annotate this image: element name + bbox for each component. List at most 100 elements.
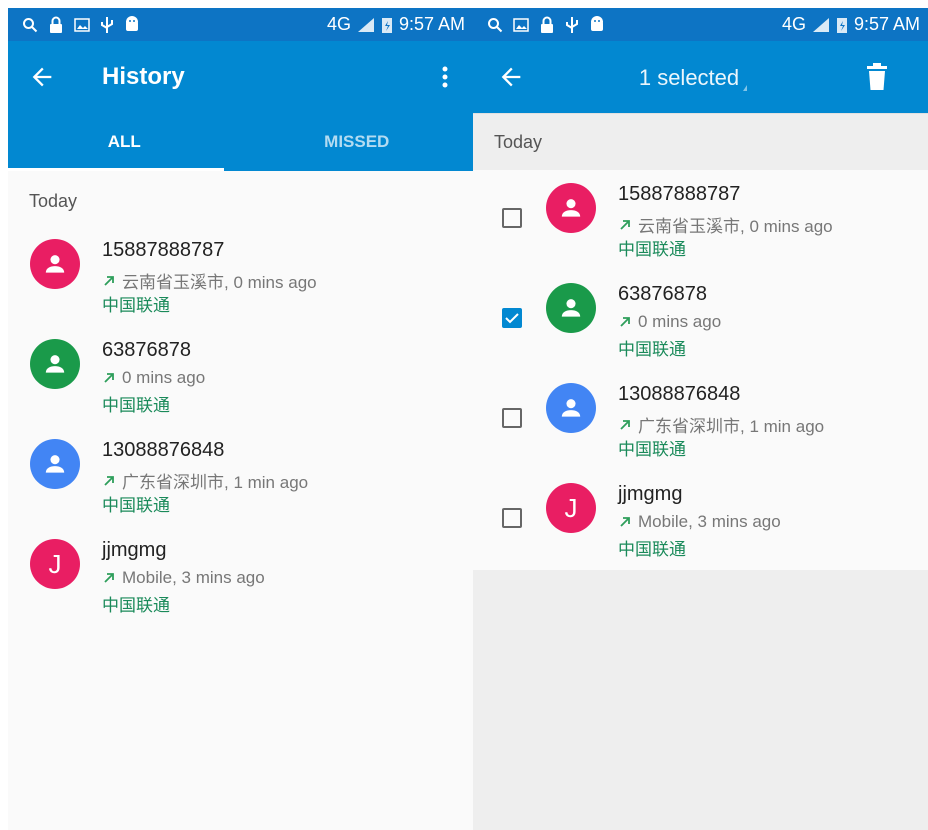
more-vert-icon[interactable]: [433, 63, 457, 91]
call-log-row[interactable]: 63876878 0 mins ago 中国联通: [473, 270, 928, 370]
app-bar: History: [8, 41, 473, 113]
call-detail-text: 云南省玉溪市, 0 mins ago: [638, 217, 833, 236]
outgoing-call-icon: [620, 219, 630, 230]
call-detail-text: Mobile, 3 mins ago: [122, 568, 265, 587]
row-checkbox[interactable]: [502, 408, 522, 428]
call-log-row[interactable]: Jjjmgmg Mobile, 3 mins ago 中国联通: [8, 531, 473, 631]
call-detail: 0 mins ago: [102, 368, 205, 388]
call-log-row[interactable]: 63876878 0 mins ago 中国联通: [8, 331, 473, 431]
avatar-letter: J: [564, 492, 578, 523]
outgoing-call-icon: [620, 517, 630, 527]
row-checkbox[interactable]: [502, 508, 522, 528]
selection-count-dropdown[interactable]: 1 selected: [473, 65, 913, 91]
outgoing-call-icon: [620, 419, 630, 430]
outgoing-call-icon: [620, 317, 630, 327]
image-icon: [513, 17, 529, 32]
call-detail: 0 mins ago: [618, 312, 721, 332]
avatar-letter: J: [48, 548, 62, 579]
section-header: Today: [473, 113, 928, 170]
carrier-label: 中国联通: [618, 540, 686, 559]
usb-icon: [566, 16, 578, 33]
lock-icon: [50, 16, 62, 33]
person-icon: [561, 299, 581, 317]
selection-count: 1 selected: [638, 65, 740, 90]
call-detail-text: Mobile, 3 mins ago: [638, 512, 781, 531]
page-title: History: [102, 63, 185, 90]
android-icon: [126, 15, 138, 31]
carrier-label: 中国联通: [102, 396, 170, 415]
call-detail: 云南省玉溪市, 0 mins ago: [618, 212, 833, 237]
avatar[interactable]: [546, 183, 596, 233]
caller-name: 63876878: [102, 339, 191, 361]
row-checkbox[interactable]: [502, 208, 522, 228]
tab-all[interactable]: ALL: [8, 113, 241, 171]
trash-icon[interactable]: [866, 63, 888, 91]
call-log-row[interactable]: 15887888787 云南省玉溪市, 0 mins ago 中国联通: [8, 231, 473, 331]
caller-name: jjmgmg: [102, 539, 167, 561]
call-log-row[interactable]: 13088876848 广东省深圳市, 1 min ago 中国联通: [8, 431, 473, 531]
call-log-row[interactable]: 13088876848 广东省深圳市, 1 min ago 中国联通: [473, 370, 928, 470]
check-icon: [505, 313, 519, 324]
search-icon: [23, 17, 38, 32]
call-detail: 云南省玉溪市, 0 mins ago: [102, 268, 317, 293]
call-log-row[interactable]: 15887888787 云南省玉溪市, 0 mins ago 中国联通: [473, 170, 928, 270]
network-type: 4G: [781, 14, 806, 34]
dropdown-caret-icon: [743, 85, 748, 91]
tab-indicator: [8, 168, 224, 171]
call-detail-text: 0 mins ago: [122, 368, 206, 387]
carrier-label: 中国联通: [618, 340, 686, 359]
outgoing-call-icon: [104, 475, 114, 486]
battery-icon: [836, 17, 847, 33]
android-icon: [591, 15, 603, 31]
caller-name: jjmgmg: [618, 483, 683, 505]
call-detail: 广东省深圳市, 1 min ago: [102, 468, 308, 493]
avatar[interactable]: J: [546, 483, 596, 533]
usb-icon: [101, 16, 113, 33]
clock: 9:57 AM: [853, 14, 920, 34]
avatar[interactable]: J: [30, 539, 80, 589]
clock: 9:57 AM: [398, 14, 465, 34]
avatar[interactable]: [546, 283, 596, 333]
person-icon: [561, 199, 581, 217]
selection-app-bar: 1 selected: [473, 41, 928, 113]
carrier-label: 中国联通: [102, 496, 170, 515]
person-icon: [45, 355, 65, 373]
back-arrow-icon[interactable]: [28, 63, 56, 91]
call-log-row[interactable]: Jjjmgmg Mobile, 3 mins ago 中国联通: [473, 470, 928, 570]
call-detail-text: 广东省深圳市, 1 min ago: [638, 417, 825, 436]
outgoing-call-icon: [104, 373, 114, 383]
battery-icon: [381, 17, 392, 33]
tab-missed[interactable]: MISSED: [241, 113, 474, 171]
status-bar: 4G 9:57 AM: [8, 8, 473, 41]
outgoing-call-icon: [104, 573, 114, 583]
carrier-label: 中国联通: [618, 240, 686, 259]
caller-name: 13088876848: [102, 439, 225, 461]
avatar[interactable]: [546, 383, 596, 433]
carrier-label: 中国联通: [102, 596, 170, 615]
caller-name: 63876878: [618, 283, 707, 305]
tab-bar: ALL MISSED: [8, 113, 473, 171]
lock-icon: [541, 16, 553, 33]
call-detail: Mobile, 3 mins ago: [618, 512, 781, 532]
row-checkbox[interactable]: [502, 308, 522, 328]
person-icon: [45, 455, 65, 473]
section-header: Today: [29, 190, 78, 211]
call-detail-text: 广东省深圳市, 1 min ago: [122, 473, 309, 492]
status-bar: 4G 9:57 AM: [473, 8, 928, 41]
person-icon: [45, 255, 65, 273]
history-screen: 4G 9:57 AM History ALL MISSED Today 1588…: [8, 8, 473, 830]
carrier-label: 中国联通: [102, 296, 170, 315]
avatar[interactable]: [30, 239, 80, 289]
caller-name: 13088876848: [618, 383, 741, 405]
call-detail-text: 云南省玉溪市, 0 mins ago: [122, 273, 317, 292]
call-detail: 广东省深圳市, 1 min ago: [618, 412, 824, 437]
network-type: 4G: [326, 14, 351, 34]
outgoing-call-icon: [104, 275, 114, 286]
caller-name: 15887888787: [618, 183, 741, 205]
call-list: 15887888787 云南省玉溪市, 0 mins ago 中国联通 6387687…: [473, 170, 928, 570]
image-icon: [74, 17, 90, 32]
signal-icon: [357, 17, 374, 32]
avatar[interactable]: [30, 439, 80, 489]
avatar[interactable]: [30, 339, 80, 389]
search-icon: [488, 17, 503, 32]
